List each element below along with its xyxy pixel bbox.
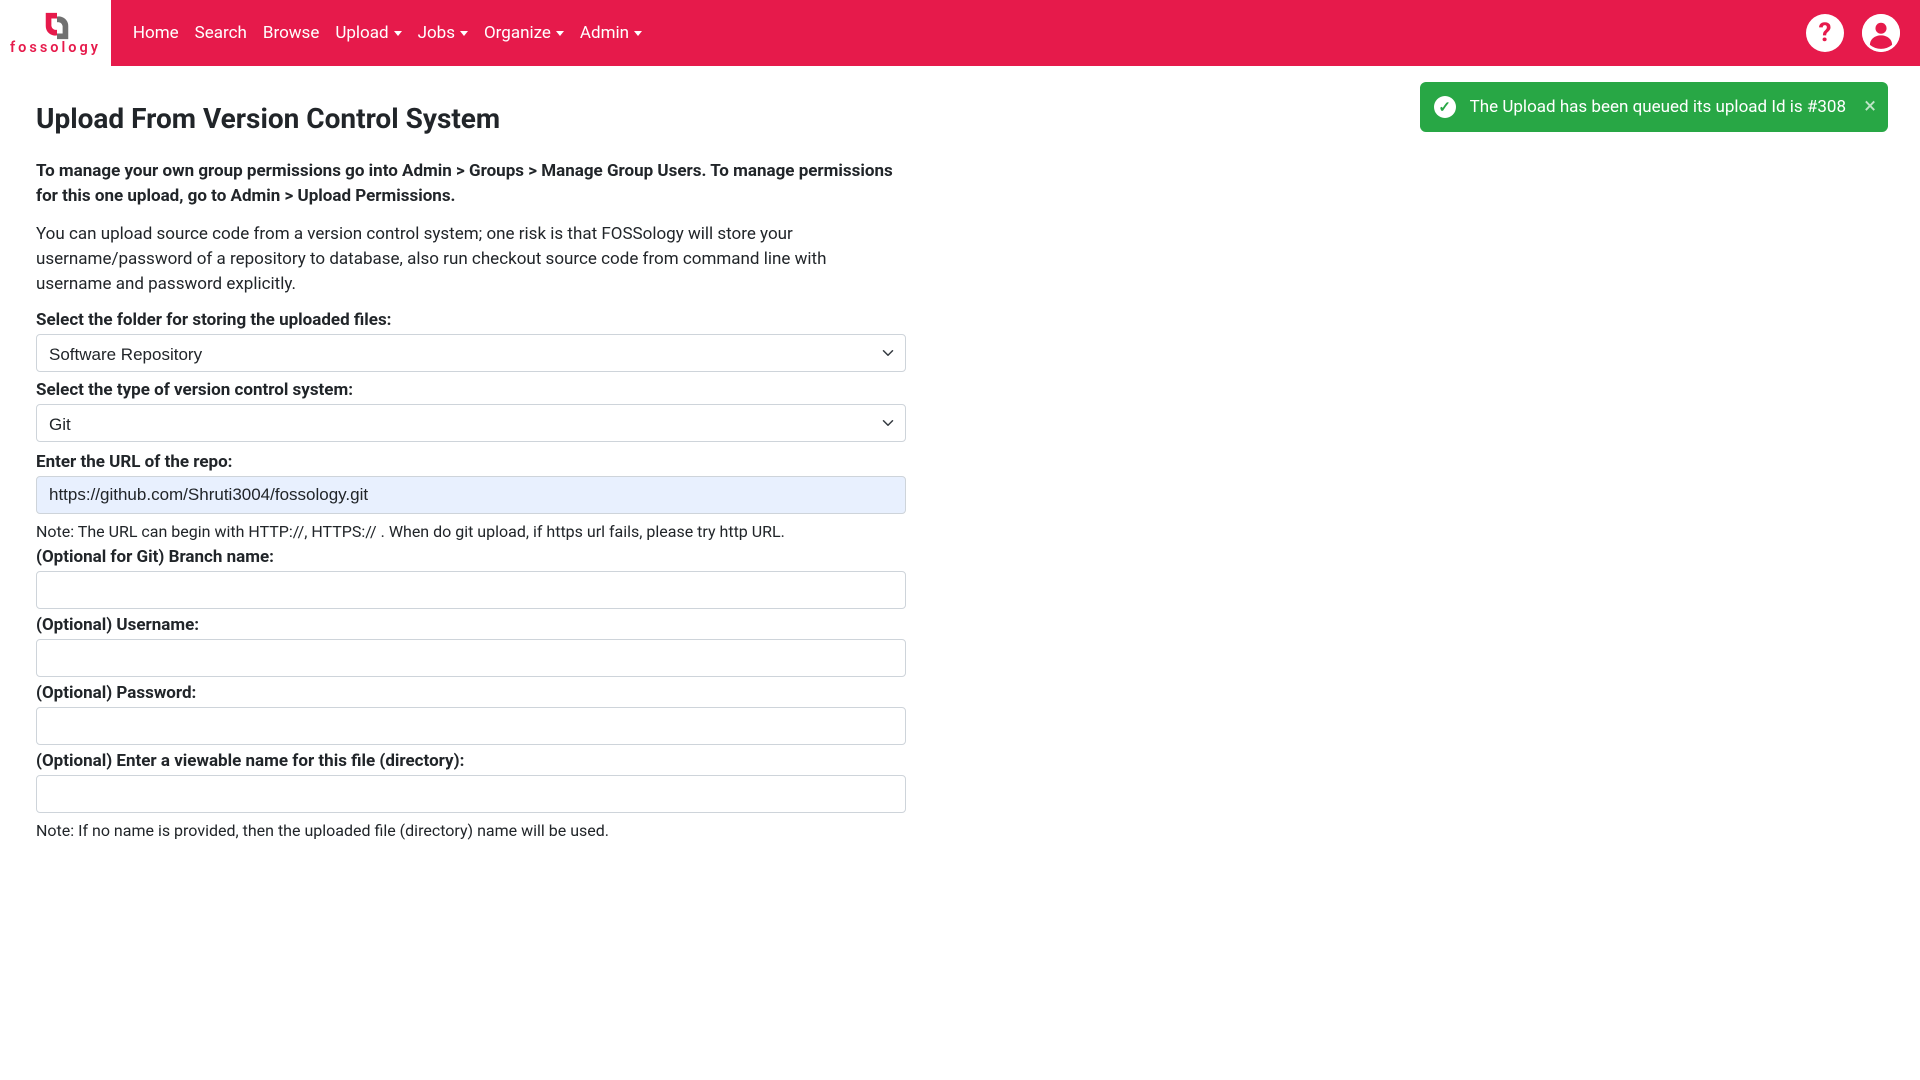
nav-item-label: Upload [335,23,388,43]
permissions-note: To manage your own group permissions go … [36,159,906,208]
help-button[interactable]: ? [1806,14,1844,52]
url-note: Note: The URL can begin with HTTP://, HT… [36,522,906,541]
nav-item-label: Admin [580,23,629,43]
vcs-type-select[interactable]: Git [36,404,906,442]
nav-item-label: Jobs [418,23,455,43]
toast-close-button[interactable]: × [1864,96,1876,118]
check-circle-icon: ✓ [1434,96,1456,118]
question-icon: ? [1819,20,1832,46]
nav-jobs[interactable]: Jobs [410,15,476,51]
user-icon [1862,14,1900,52]
toast-message: The Upload has been queued its upload Id… [1470,97,1846,117]
nav-item-label: Home [133,23,179,43]
branch-label: (Optional for Git) Branch name: [36,547,906,567]
navbar: fossology Home Search Browse Upload Jobs… [0,0,1920,66]
viewname-input[interactable] [36,775,906,813]
chevron-down-icon [556,31,564,36]
logo-text: fossology [10,39,101,56]
nav-items: Home Search Browse Upload Jobs Organize … [111,15,650,51]
nav-organize[interactable]: Organize [476,15,572,51]
fossology-logo-icon [39,11,71,41]
nav-admin[interactable]: Admin [572,15,650,51]
password-label: (Optional) Password: [36,683,906,703]
intro-paragraph: You can upload source code from a versio… [36,222,906,296]
folder-select[interactable]: Software Repository [36,334,906,372]
page-title: Upload From Version Control System [36,102,906,135]
main-content: Upload From Version Control System To ma… [0,66,942,882]
viewname-note: Note: If no name is provided, then the u… [36,821,906,840]
password-input[interactable] [36,707,906,745]
vcs-type-label: Select the type of version control syste… [36,380,906,400]
nav-browse[interactable]: Browse [255,15,327,51]
url-label: Enter the URL of the repo: [36,452,906,472]
nav-home[interactable]: Home [125,15,187,51]
nav-item-label: Search [195,23,247,43]
user-menu-button[interactable] [1862,14,1900,52]
chevron-down-icon [634,31,642,36]
username-input[interactable] [36,639,906,677]
url-input[interactable] [36,476,906,514]
nav-item-label: Browse [263,23,319,43]
username-label: (Optional) Username: [36,615,906,635]
nav-item-label: Organize [484,23,551,43]
folder-label: Select the folder for storing the upload… [36,310,906,330]
success-toast: ✓ The Upload has been queued its upload … [1420,82,1888,132]
nav-upload[interactable]: Upload [327,15,409,51]
chevron-down-icon [394,31,402,36]
nav-search[interactable]: Search [187,15,255,51]
viewname-label: (Optional) Enter a viewable name for thi… [36,751,906,771]
branch-input[interactable] [36,571,906,609]
chevron-down-icon [460,31,468,36]
logo[interactable]: fossology [0,0,111,66]
